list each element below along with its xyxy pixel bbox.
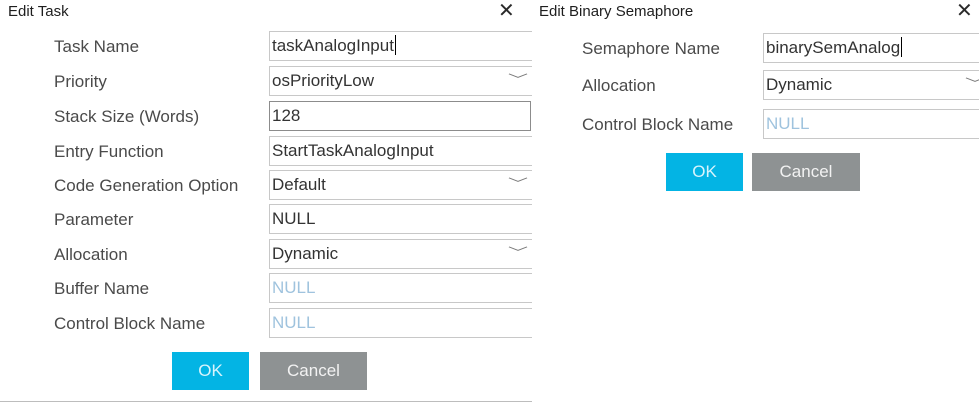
entry-function-input[interactable]: StartTaskAnalogInput [269,136,532,166]
dialog-title: Edit Task [8,3,69,20]
semaphore-name-row: Semaphore Name binarySemAnalog [533,33,979,65]
close-icon[interactable]: ✕ [956,1,973,21]
ok-button[interactable]: OK [666,153,743,191]
semaphore-name-label: Semaphore Name [582,39,720,58]
text-cursor [901,37,903,57]
control-block-input[interactable]: NULL [269,308,532,338]
cancel-button[interactable]: Cancel [752,153,860,191]
task-name-input[interactable]: taskAnalogInput [269,31,532,61]
allocation-row: Allocation Dynamic ﹀ [0,239,532,271]
edit-task-dialog: Edit Task ✕ Task Name taskAnalogInput Pr… [0,0,532,402]
control-block-input[interactable]: NULL [763,109,979,139]
cancel-button[interactable]: Cancel [260,352,367,390]
code-generation-select[interactable]: Default [269,170,532,200]
priority-label: Priority [54,72,107,91]
dialog-title: Edit Binary Semaphore [539,3,694,20]
allocation-select[interactable]: Dynamic [763,70,979,100]
task-name-row: Task Name taskAnalogInput [0,31,532,63]
dialog-bottom-divider [0,401,532,402]
control-block-label: Control Block Name [54,314,206,333]
chevron-down-icon[interactable]: ﹀ [965,76,979,93]
edit-binary-semaphore-dialog: Edit Binary Semaphore ✕ Semaphore Name b… [533,0,979,402]
allocation-label: Allocation [54,245,128,264]
buffer-name-input[interactable]: NULL [269,273,532,303]
semaphore-allocation-row: Allocation Dynamic ﹀ [533,70,979,102]
entry-function-label: Entry Function [54,142,164,161]
control-block-row: Control Block Name NULL [0,308,532,340]
chevron-down-icon[interactable]: ﹀ [508,245,528,262]
priority-select[interactable]: osPriorityLow [269,66,532,96]
chevron-down-icon[interactable]: ﹀ [508,72,528,89]
close-icon[interactable]: ✕ [498,1,515,21]
buffer-name-label: Buffer Name [54,279,150,298]
semaphore-control-block-row: Control Block Name NULL [533,109,979,141]
text-cursor [394,35,396,55]
allocation-label: Allocation [582,76,656,95]
stack-size-input[interactable]: 128 [269,101,531,131]
chevron-down-icon[interactable]: ﹀ [508,176,528,193]
ok-button[interactable]: OK [172,352,249,390]
stack-size-row: Stack Size (Words) 128 [0,101,532,133]
parameter-input[interactable]: NULL [269,204,532,234]
parameter-row: Parameter NULL [0,204,532,236]
buffer-name-row: Buffer Name NULL [0,273,532,305]
stack-size-label: Stack Size (Words) [54,107,200,126]
semaphore-name-input[interactable]: binarySemAnalog [763,33,979,63]
entry-function-row: Entry Function StartTaskAnalogInput [0,136,532,168]
allocation-select[interactable]: Dynamic [269,239,532,269]
task-name-label: Task Name [54,37,140,56]
parameter-label: Parameter [54,210,134,229]
code-generation-row: Code Generation Option Default ﹀ [0,170,532,202]
code-generation-label: Code Generation Option [54,176,239,195]
control-block-label: Control Block Name [582,115,734,134]
priority-row: Priority osPriorityLow ﹀ [0,66,532,98]
